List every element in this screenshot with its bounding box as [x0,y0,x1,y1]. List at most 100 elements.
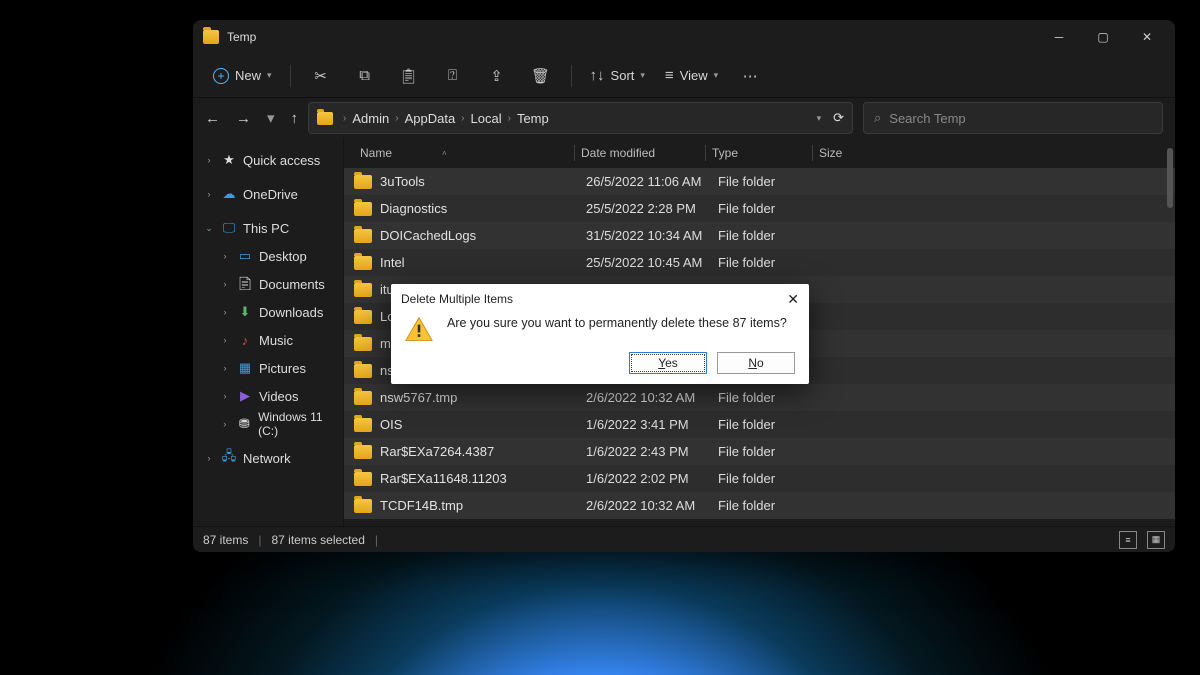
sort-button[interactable]: ↑↓ Sort ▾ [582,60,653,92]
sidebar-item-network[interactable]: ›🖧Network [193,444,343,472]
folder-icon [354,229,372,243]
no-button[interactable]: No [717,352,795,374]
yes-button[interactable]: Yes [629,352,707,374]
cut-button[interactable]: ✂ [301,60,341,92]
new-button[interactable]: + New ▾ [205,60,280,92]
column-size[interactable]: Size [813,146,1165,160]
column-name[interactable]: Name˄ [354,146,574,160]
breadcrumb-segment[interactable]: Admin [352,111,389,126]
forward-button[interactable]: → [236,110,251,127]
table-row[interactable]: OIS1/6/2022 3:41 PMFile folder [344,411,1175,438]
table-row[interactable]: Diagnostics25/5/2022 2:28 PMFile folder [344,195,1175,222]
column-type[interactable]: Type [706,146,812,160]
search-input[interactable]: ⌕ Search Temp [863,102,1163,134]
back-button[interactable]: ← [205,110,220,127]
file-date: 2/6/2022 10:32 AM [586,390,718,405]
breadcrumb-segment[interactable]: AppData [405,111,456,126]
sidebar-item-this-pc[interactable]: ⌄🖵This PC [193,214,343,242]
address-bar[interactable]: › Admin › AppData › Local › Temp ▾ ⟳ [308,102,853,134]
network-icon: 🖧 [221,450,237,466]
music-icon: ♪ [237,332,253,348]
file-name: Rar$EXa11648.11203 [380,471,586,486]
table-row[interactable]: TCDF14B.tmp2/6/2022 10:32 AMFile folder [344,492,1175,519]
videos-icon: ▶ [237,388,253,404]
file-date: 1/6/2022 3:41 PM [586,417,718,432]
file-name: Diagnostics [380,201,586,216]
dialog-message: Are you sure you want to permanently del… [447,314,795,330]
folder-icon [354,418,372,432]
file-date: 26/5/2022 11:06 AM [586,174,718,189]
new-label: New [235,68,261,83]
dialog-close-button[interactable]: ✕ [787,291,799,308]
file-date: 2/6/2022 10:32 AM [586,498,718,513]
file-name: nsw5767.tmp [380,390,586,405]
sidebar-item-documents[interactable]: ›📄︎Documents [193,270,343,298]
table-row[interactable]: nsw5767.tmp2/6/2022 10:32 AMFile folder [344,384,1175,411]
sidebar: ›★Quick access ›☁OneDrive ⌄🖵This PC ›▭De… [193,138,343,526]
file-name: 3uTools [380,174,586,189]
status-items: 87 items [203,533,248,547]
breadcrumb-segment[interactable]: Temp [517,111,549,126]
folder-icon [354,499,372,513]
view-icon: ≡ [665,67,674,84]
more-button[interactable]: ⋯ [730,60,770,92]
chevron-down-icon: ▾ [267,70,272,81]
chevron-down-icon[interactable]: ▾ [817,113,822,124]
up-button[interactable]: ↑ [291,110,299,127]
sidebar-item-onedrive[interactable]: ›☁OneDrive [193,180,343,208]
sidebar-item-quick-access[interactable]: ›★Quick access [193,146,343,174]
table-row[interactable]: Intel25/5/2022 10:45 AMFile folder [344,249,1175,276]
separator [571,65,572,87]
copy-button[interactable]: ⧉ [345,60,385,92]
file-name: Intel [380,255,586,270]
table-row[interactable]: 3uTools26/5/2022 11:06 AMFile folder [344,168,1175,195]
table-row[interactable]: Rar$EXa11648.112031/6/2022 2:02 PMFile f… [344,465,1175,492]
sidebar-item-videos[interactable]: ›▶Videos [193,382,343,410]
file-type: File folder [718,471,826,486]
pictures-icon: ▦ [237,360,253,376]
downloads-icon: ⬇ [237,304,253,320]
rename-button[interactable]: ⍰ [433,60,473,92]
sidebar-item-music[interactable]: ›♪Music [193,326,343,354]
share-button[interactable]: ⇪ [477,60,517,92]
paste-button[interactable]: 📋︎ [389,60,429,92]
status-selected: 87 items selected [271,533,364,547]
column-date[interactable]: Date modified [575,146,705,160]
maximize-button[interactable]: ▢ [1081,20,1125,54]
file-type: File folder [718,444,826,459]
minimize-button[interactable]: ─ [1037,20,1081,54]
sidebar-item-pictures[interactable]: ›▦Pictures [193,354,343,382]
star-icon: ★ [221,152,237,168]
documents-icon: 📄︎ [237,276,253,292]
titlebar: Temp ─ ▢ ✕ [193,20,1175,54]
sidebar-item-downloads[interactable]: ›⬇Downloads [193,298,343,326]
file-name: Rar$EXa7264.4387 [380,444,586,459]
nav-buttons: ← → ▾ ↑ [205,109,298,127]
cloud-icon: ☁ [221,186,237,202]
table-row[interactable]: Rar$EXa7264.43871/6/2022 2:43 PMFile fol… [344,438,1175,465]
recent-button[interactable]: ▾ [267,109,275,127]
refresh-button[interactable]: ⟳ [833,110,844,126]
details-view-button[interactable]: ≡ [1119,531,1137,549]
file-type: File folder [718,498,826,513]
close-button[interactable]: ✕ [1125,20,1169,54]
table-row[interactable]: DOICachedLogs31/5/2022 10:34 AMFile fold… [344,222,1175,249]
file-date: 25/5/2022 2:28 PM [586,201,718,216]
delete-button[interactable]: 🗑︎ [521,60,561,92]
file-date: 31/5/2022 10:34 AM [586,228,718,243]
folder-icon [354,256,372,270]
breadcrumb-segment[interactable]: Local [471,111,502,126]
thumbnails-view-button[interactable]: ▦ [1147,531,1165,549]
scrollbar[interactable] [1167,148,1173,208]
view-button[interactable]: ≡ View ▾ [657,60,726,92]
copy-icon: ⧉ [359,67,370,84]
folder-icon [354,472,372,486]
folder-icon [203,30,219,44]
rename-icon: ⍰ [448,67,457,84]
dialog-titlebar: Delete Multiple Items ✕ [391,284,809,314]
toolbar: + New ▾ ✂ ⧉ 📋︎ ⍰ ⇪ 🗑︎ ↑↓ Sort ▾ ≡ View ▾… [193,54,1175,98]
sidebar-item-windows-c[interactable]: ›⛃Windows 11 (C:) [193,410,343,438]
sidebar-item-desktop[interactable]: ›▭Desktop [193,242,343,270]
file-name: DOICachedLogs [380,228,586,243]
sort-icon: ↑↓ [590,67,605,84]
